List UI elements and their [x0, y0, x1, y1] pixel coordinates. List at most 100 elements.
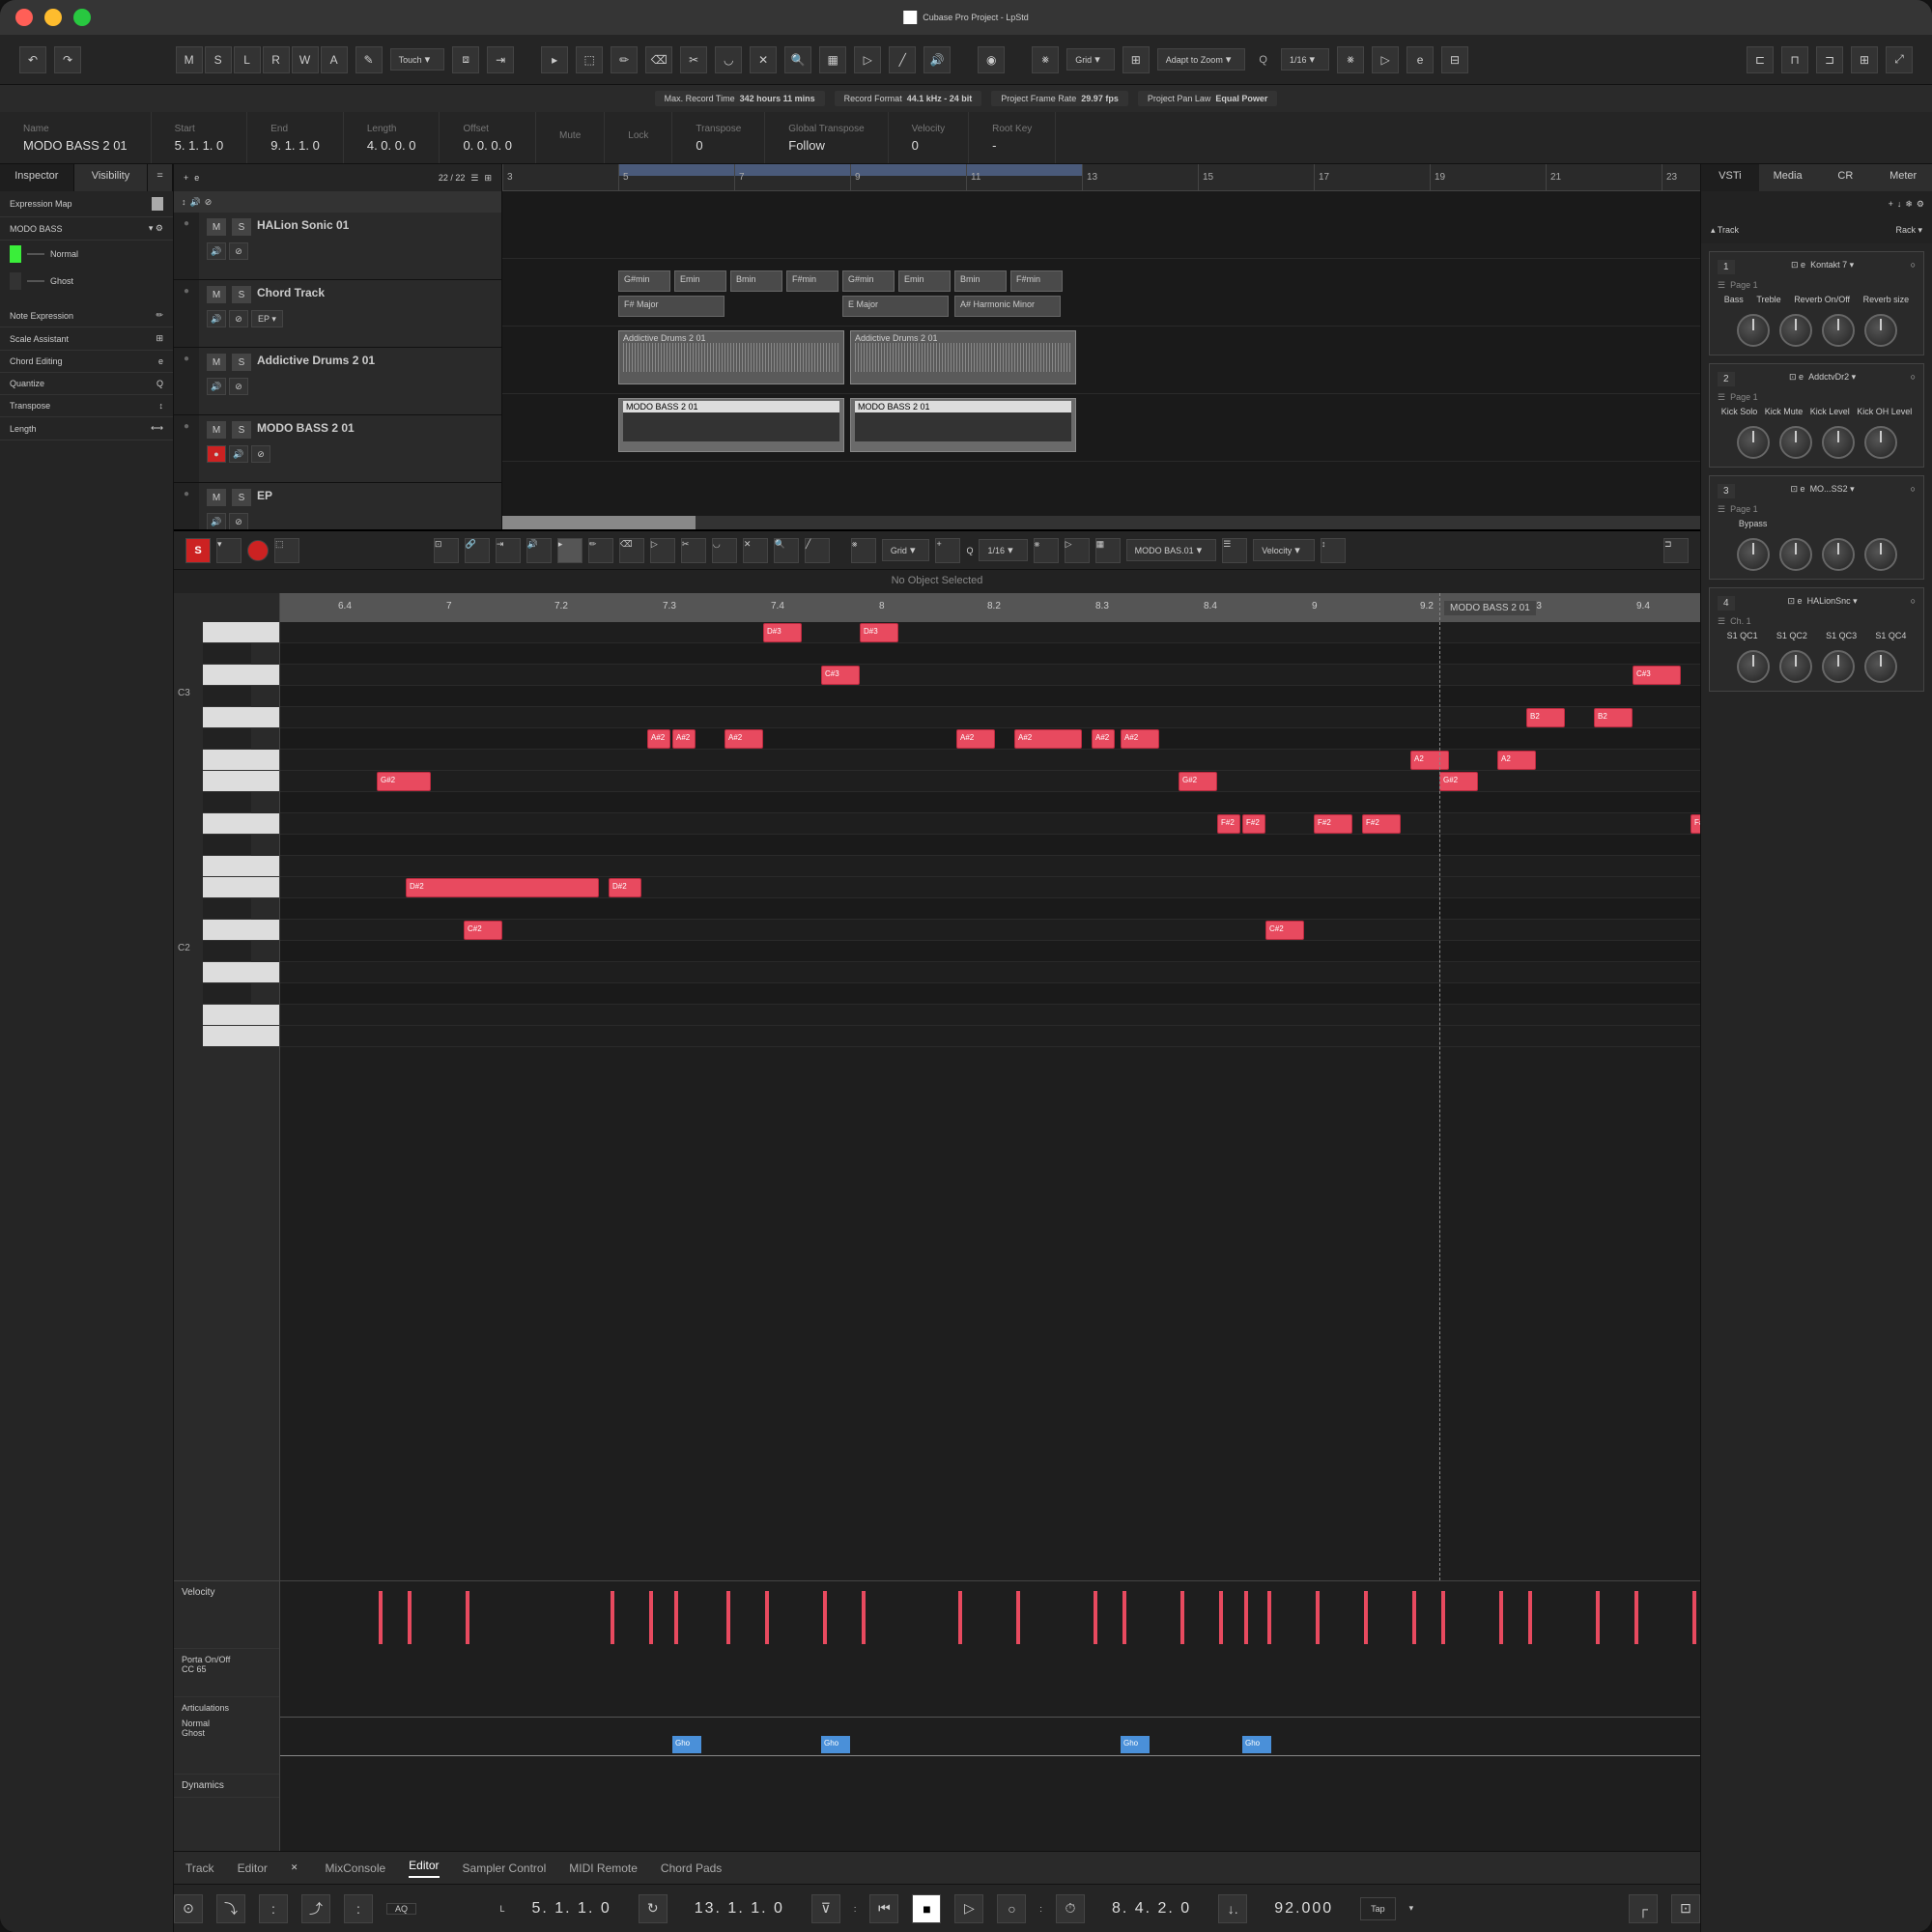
midi-note[interactable]: A#2 [956, 729, 995, 749]
velocity-bar[interactable] [408, 1591, 412, 1644]
stop-button[interactable]: ■ [912, 1894, 941, 1923]
midi-note[interactable]: D#2 [609, 878, 641, 897]
velocity-bar[interactable] [674, 1591, 678, 1644]
snap-type[interactable]: Grid ▾ [882, 539, 930, 561]
vsti-slot[interactable]: 1⊡ e Kontakt 7 ▾○ ☰ Page 1 BassTrebleRev… [1709, 251, 1924, 355]
velocity-bar[interactable] [1244, 1591, 1248, 1644]
mode-l[interactable]: L [234, 46, 261, 73]
sound-slot[interactable]: Normal [0, 241, 173, 268]
inspector-chord-editing[interactable]: Chord Editinge [0, 351, 173, 373]
knob[interactable] [1779, 426, 1812, 459]
panel-toggle[interactable]: ⊐ [1663, 538, 1689, 563]
mode-a[interactable]: A [321, 46, 348, 73]
midi-note[interactable]: C#2 [1265, 921, 1304, 940]
zoom-tool[interactable]: 🔍 [774, 538, 799, 563]
panel-bottom-button[interactable]: ⊓ [1781, 46, 1808, 73]
glue-tool[interactable]: ◡ [715, 46, 742, 73]
velocity-bar[interactable] [1094, 1591, 1097, 1644]
erase-tool[interactable]: ⌫ [619, 538, 644, 563]
midi-note[interactable]: C#2 [464, 921, 502, 940]
range-tool[interactable]: ⬚ [576, 46, 603, 73]
midi-note[interactable]: F#2 [1690, 814, 1700, 834]
velocity-bar[interactable] [726, 1591, 730, 1644]
rack-freeze-icon[interactable]: ❄ [1905, 199, 1913, 210]
aq-button[interactable]: AQ [386, 1903, 416, 1915]
snap-button[interactable]: ⨳ [851, 538, 876, 563]
erase-tool[interactable]: ⌫ [645, 46, 672, 73]
draw-tool[interactable]: ✏ [588, 538, 613, 563]
zoom-tool[interactable]: 🔍 [784, 46, 811, 73]
tab-editor[interactable]: Editor [409, 1859, 439, 1878]
step-input[interactable]: ⬚ [274, 538, 299, 563]
draw-tool[interactable]: ✏ [611, 46, 638, 73]
note-grid[interactable]: 6.477.27.37.488.28.38.499.29.39.410 G#2D… [280, 593, 1700, 1580]
tab-editor[interactable]: Editor [238, 1861, 268, 1875]
right-locator[interactable]: 13. 1. 1. 0 [681, 1900, 798, 1918]
velocity-bar[interactable] [1016, 1591, 1020, 1644]
mute-icon[interactable]: ⊘ [205, 197, 213, 208]
inspector-note-expression[interactable]: Note Expression✏ [0, 304, 173, 327]
panel-tab-meter[interactable]: Meter [1874, 164, 1932, 191]
velocity-bar[interactable] [1596, 1591, 1600, 1644]
punch-in[interactable]: ⤵ [216, 1894, 245, 1923]
tab-visibility[interactable]: Visibility [74, 164, 149, 191]
insert-button[interactable]: ▾ [216, 538, 242, 563]
velocity-bar[interactable] [1692, 1591, 1696, 1644]
porta-lane-label[interactable]: Porta On/Off CC 65 [174, 1649, 279, 1697]
tempo-display[interactable]: 92.000 [1261, 1900, 1347, 1918]
knob[interactable] [1737, 538, 1770, 571]
rewind-button[interactable]: ⏮ [869, 1894, 898, 1923]
midi-note[interactable]: D#3 [860, 623, 898, 642]
velocity-bar[interactable] [649, 1591, 653, 1644]
midi-note[interactable]: F#2 [1362, 814, 1401, 834]
redo-button[interactable]: ↷ [54, 46, 81, 73]
snap-type[interactable]: Grid ▾ [1066, 48, 1115, 71]
velocity-bar[interactable] [823, 1591, 827, 1644]
link-button[interactable]: 🔗 [465, 538, 490, 563]
quantize-select[interactable]: 1/16 ▾ [1281, 48, 1329, 71]
color-button[interactable]: ◉ [978, 46, 1005, 73]
automation-icon[interactable]: ✎ [355, 46, 383, 73]
artic-lane-label[interactable]: Articulations Normal Ghost [174, 1697, 279, 1775]
punch-out[interactable]: ⤴ [301, 1894, 330, 1923]
velocity-bar[interactable] [466, 1591, 469, 1644]
mode-r[interactable]: R [263, 46, 290, 73]
filter-icon[interactable]: ☰ [470, 173, 478, 184]
tab-chord-pads[interactable]: Chord Pads [661, 1861, 722, 1875]
midi-note[interactable]: A#2 [724, 729, 763, 749]
close-icon[interactable] [15, 9, 33, 26]
play-button[interactable]: ▷ [954, 1894, 983, 1923]
midi-note[interactable]: C#3 [1633, 666, 1681, 685]
zones-button[interactable]: ⊞ [1851, 46, 1878, 73]
articulation-event[interactable]: Gho [1242, 1736, 1271, 1753]
lane-select[interactable]: Velocity ▾ [1253, 539, 1315, 561]
midi-note[interactable]: C#3 [821, 666, 860, 685]
solo-button[interactable]: S [185, 538, 211, 563]
midi-clip[interactable]: MODO BASS 2 01 [618, 398, 844, 452]
lane-setup[interactable]: ☰ [1222, 538, 1247, 563]
track-row[interactable]: ● MS Chord Track 🔊⊘EP ▾ [174, 280, 501, 348]
midi-note[interactable]: F#2 [1242, 814, 1265, 834]
iq-button[interactable]: + [935, 538, 960, 563]
expand-button[interactable]: ⤢ [1886, 46, 1913, 73]
knob[interactable] [1779, 650, 1812, 683]
expression-map-section[interactable]: Expression Map [0, 191, 173, 217]
knob[interactable] [1822, 538, 1855, 571]
knob[interactable] [1864, 538, 1897, 571]
warp-tool[interactable]: ▷ [854, 46, 881, 73]
vsti-slot[interactable]: 3⊡ e MO...SS2 ▾○ ☰ Page 1 Bypass [1709, 475, 1924, 580]
constrain-button[interactable]: ⊙ [174, 1894, 203, 1923]
mode-s[interactable]: S [205, 46, 232, 73]
velocity-lane-label[interactable]: Velocity [174, 1581, 279, 1649]
h-scrollbar[interactable] [502, 516, 696, 529]
adapt-select[interactable]: Adapt to Zoom ▾ [1157, 48, 1246, 71]
preset-select[interactable]: MODO BASS▾ ⚙ [0, 217, 173, 241]
midi-note[interactable]: A#2 [1092, 729, 1115, 749]
split-tool[interactable]: ✂ [680, 46, 707, 73]
grid-icon[interactable]: ⊞ [1122, 46, 1150, 73]
vsti-slot[interactable]: 4⊡ e HALionSnc ▾○ ☰ Ch. 1 S1 QC1S1 QC2S1… [1709, 587, 1924, 692]
chord-event[interactable]: Emin [674, 270, 726, 292]
autoscroll-button[interactable]: ⇥ [487, 46, 514, 73]
midi-clip[interactable]: MODO BASS 2 01 [850, 398, 1076, 452]
tab-inspector[interactable]: Inspector [0, 164, 74, 191]
